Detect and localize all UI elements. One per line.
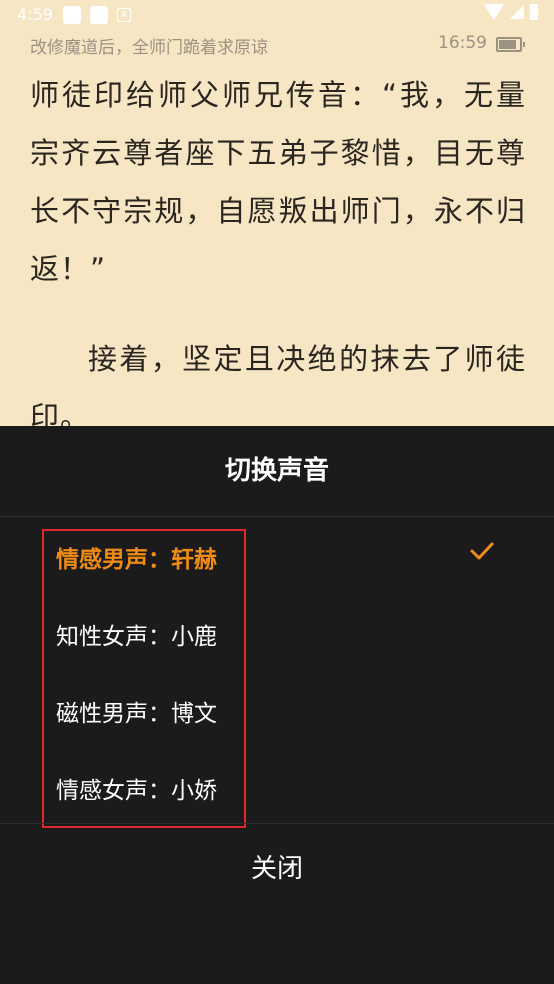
status-bar: 4:59 A	[0, 0, 554, 30]
sheet-title: 切换声音	[224, 456, 329, 486]
signal-icon	[510, 5, 524, 19]
highlight-box	[42, 529, 246, 828]
paragraph: 师徒印给师父师兄传音：“我，无量宗齐云尊者座下五弟子黎惜，目无尊长不守宗规，自愿…	[30, 78, 526, 286]
battery-icon	[530, 4, 538, 20]
close-button[interactable]: 关闭	[0, 848, 554, 885]
reader-header: 改修魔道后，全师门跪着求原谅 16:59	[0, 30, 554, 58]
app-notification-icon: A	[117, 8, 131, 22]
notification-icon	[63, 6, 81, 24]
reader-clock: 16:59	[438, 33, 487, 53]
divider	[0, 516, 554, 517]
voice-switch-sheet: 切换声音 情感男声：轩赫 知性女声：小鹿 磁性男声：博文 情感女声：小娇 关闭	[0, 426, 554, 984]
notification-icon	[90, 6, 108, 24]
status-right-icons	[484, 4, 538, 20]
checkmark-icon	[470, 542, 494, 560]
status-time: 4:59	[17, 5, 53, 24]
divider	[0, 823, 554, 824]
reader-battery-icon	[496, 37, 525, 52]
wifi-icon	[484, 4, 504, 20]
chapter-title: 改修魔道后，全师门跪着求原谅	[30, 38, 268, 58]
reading-content[interactable]: 师徒印给师父师兄传音：“我，无量宗齐云尊者座下五弟子黎惜，目无尊长不守宗规，自愿…	[30, 66, 526, 478]
notification-icons: A	[63, 6, 131, 24]
